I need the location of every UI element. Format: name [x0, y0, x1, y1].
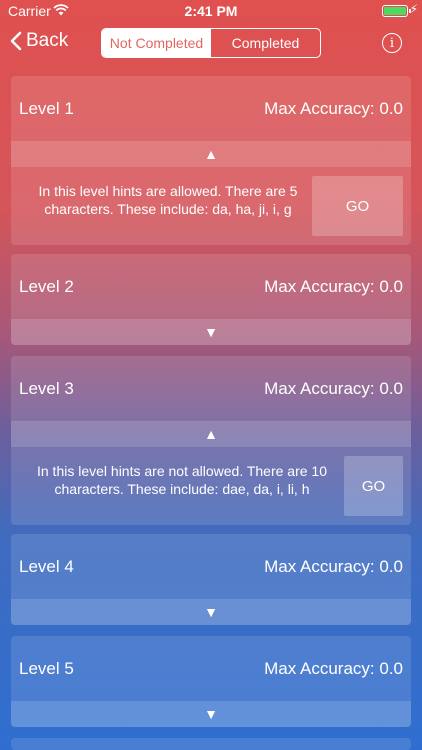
max-accuracy: Max Accuracy: 0.0 — [264, 659, 403, 678]
description-line: characters. These include: dae, da, i, l… — [54, 481, 310, 497]
go-button[interactable]: GO — [344, 456, 403, 516]
back-label: Back — [26, 30, 69, 51]
expand-toggle[interactable]: ▼ — [11, 599, 411, 625]
max-accuracy: Max Accuracy: 0.0 — [264, 99, 403, 118]
arrow-up-icon: ▲ — [204, 426, 218, 442]
navigation-bar: Back Not Completed Completed i — [0, 22, 422, 66]
level-title: Level 3 — [19, 379, 74, 398]
level-header[interactable]: Level 1 Max Accuracy: 0.0 — [11, 76, 411, 141]
segment-completed[interactable]: Completed — [211, 29, 320, 57]
level-card-1: Level 1 Max Accuracy: 0.0 ▲ In this leve… — [11, 76, 411, 245]
charging-bolt-icon: ⚡ — [409, 2, 418, 16]
info-symbol: i — [389, 35, 395, 51]
level-description: In this level hints are allowed. There a… — [23, 182, 313, 218]
completion-segmented-control: Not Completed Completed — [101, 28, 321, 58]
level-header[interactable]: Level 3 Max Accuracy: 0.0 — [11, 356, 411, 421]
expand-toggle[interactable]: ▼ — [11, 319, 411, 345]
level-header[interactable]: Level 4 Max Accuracy: 0.0 — [11, 534, 411, 599]
arrow-up-icon: ▲ — [204, 146, 218, 162]
max-accuracy: Max Accuracy: 0.0 — [264, 557, 403, 576]
segment-not-completed[interactable]: Not Completed — [102, 29, 211, 57]
collapse-toggle[interactable]: ▲ — [11, 421, 411, 447]
arrow-down-icon: ▼ — [204, 604, 218, 620]
level-card-partial — [11, 738, 411, 750]
collapse-toggle[interactable]: ▲ — [11, 141, 411, 167]
expand-toggle[interactable]: ▼ — [11, 701, 411, 727]
level-card-3: Level 3 Max Accuracy: 0.0 ▲ In this leve… — [11, 356, 411, 525]
description-line: In this level hints are allowed. There a… — [38, 183, 298, 199]
level-card-5: Level 5 Max Accuracy: 0.0 ▼ — [11, 636, 411, 727]
level-details: In this level hints are allowed. There a… — [11, 167, 411, 245]
description-line: characters. These include: da, ha, ji, i… — [44, 201, 292, 217]
level-title: Level 4 — [19, 557, 74, 576]
level-title: Level 2 — [19, 277, 74, 296]
back-button[interactable]: Back — [10, 30, 68, 52]
level-details: In this level hints are not allowed. The… — [11, 447, 411, 525]
level-header[interactable]: Level 2 Max Accuracy: 0.0 — [11, 254, 411, 319]
level-header[interactable]: Level 5 Max Accuracy: 0.0 — [11, 636, 411, 701]
level-title: Level 5 — [19, 659, 74, 678]
level-card-2: Level 2 Max Accuracy: 0.0 ▼ — [11, 254, 411, 345]
clock: 2:41 PM — [184, 3, 238, 19]
level-description: In this level hints are not allowed. The… — [23, 462, 341, 498]
level-title: Level 1 — [19, 99, 74, 118]
description-line: In this level hints are not allowed. The… — [36, 463, 328, 479]
level-card-4: Level 4 Max Accuracy: 0.0 ▼ — [11, 534, 411, 625]
max-accuracy: Max Accuracy: 0.0 — [264, 379, 403, 398]
battery-icon — [382, 5, 411, 17]
arrow-down-icon: ▼ — [204, 706, 218, 722]
max-accuracy: Max Accuracy: 0.0 — [264, 277, 403, 296]
chevron-left-icon — [10, 31, 22, 51]
info-icon[interactable]: i — [382, 33, 402, 53]
go-button[interactable]: GO — [312, 176, 403, 236]
arrow-down-icon: ▼ — [204, 324, 218, 340]
status-bar: Carrier 2:41 PM ⚡ — [0, 0, 422, 22]
